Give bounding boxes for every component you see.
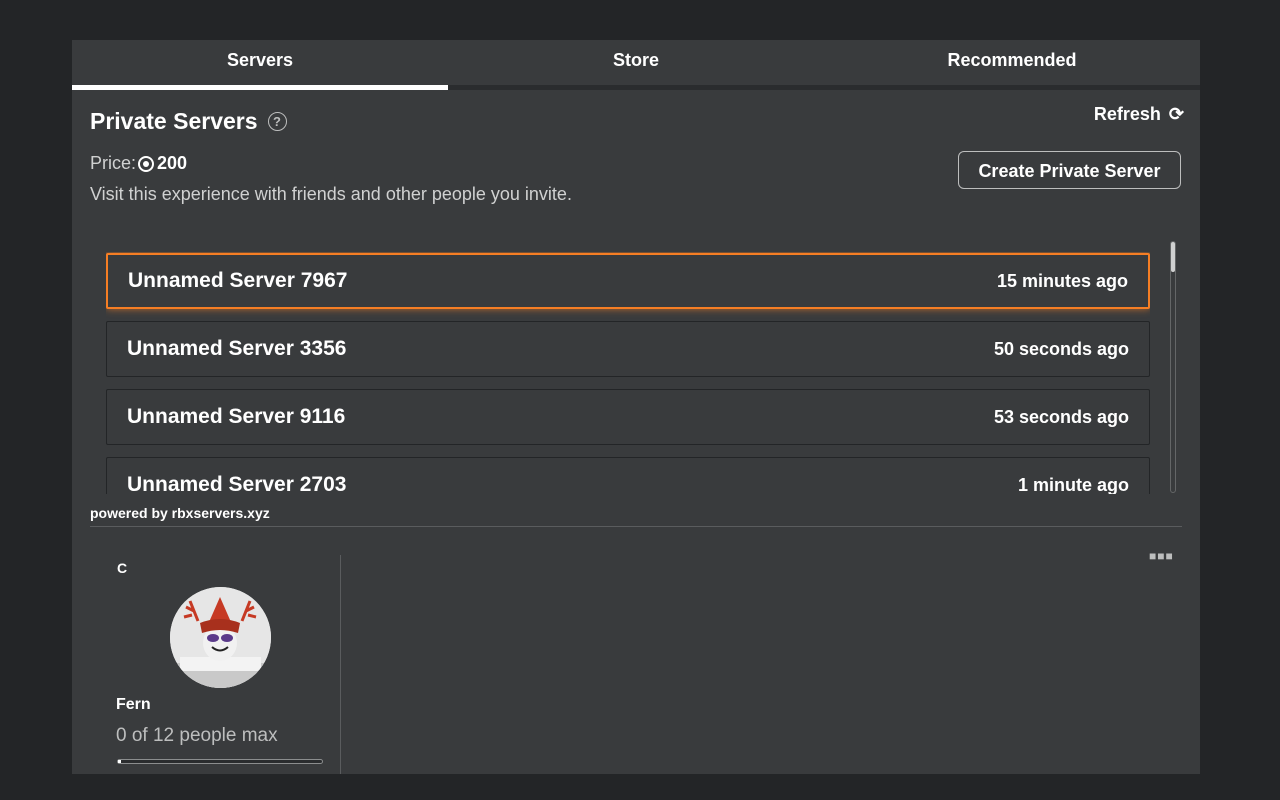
divider (90, 526, 1182, 527)
server-name: Unnamed Server 3356 (127, 337, 347, 360)
server-name: Unnamed Server 9116 (127, 405, 346, 428)
tab-bar: Servers Store Recommended (72, 40, 1200, 90)
server-row[interactable]: Unnamed Server 9116 53 seconds ago (106, 389, 1150, 445)
server-time: 1 minute ago (1017, 474, 1129, 495)
server-owner-name: Fern (116, 696, 151, 713)
tab-servers[interactable]: Servers (72, 40, 448, 90)
refresh-button[interactable]: Refresh ⟳ (1094, 104, 1184, 125)
refresh-label: Refresh (1093, 104, 1161, 124)
robux-icon (138, 155, 155, 172)
player-capacity-bar (117, 759, 323, 764)
servers-panel: Servers Store Recommended Private Server… (72, 40, 1200, 774)
powered-by-label: powered by rbxservers.xyz (90, 505, 270, 521)
more-options-icon[interactable]: ■■■ (1149, 549, 1174, 563)
price-row: Price: 200 (90, 153, 187, 174)
server-row[interactable]: Unnamed Server 7967 15 minutes ago (106, 253, 1150, 309)
avatar-image (170, 587, 271, 688)
server-row[interactable]: Unnamed Server 2703 1 minute ago (106, 457, 1150, 494)
avatar[interactable] (170, 587, 271, 688)
server-row[interactable]: Unnamed Server 3356 50 seconds ago (106, 321, 1150, 377)
server-list: Unnamed Server 7967 15 minutes ago Unnam… (106, 252, 1150, 494)
question-circle-icon[interactable]: ? (267, 112, 287, 131)
page-title: Private Servers ? (90, 108, 287, 135)
page-title-text: Private Servers (90, 108, 258, 134)
server-time: 15 minutes ago (996, 270, 1128, 291)
server-time: 50 seconds ago (993, 338, 1129, 359)
tab-store[interactable]: Store (448, 40, 824, 85)
server-time: 53 seconds ago (993, 406, 1129, 427)
tab-recommended[interactable]: Recommended (824, 40, 1200, 85)
card-divider (340, 555, 341, 774)
server-list-scrollbar[interactable] (1170, 241, 1176, 493)
description: Visit this experience with friends and o… (90, 184, 572, 204)
scrollbar-thumb[interactable] (1171, 242, 1175, 272)
player-count: 0 of 12 people max (116, 725, 278, 746)
server-card-label: C (117, 560, 128, 576)
player-capacity-fill (118, 760, 122, 763)
create-private-server-button[interactable]: Create Private Server (958, 151, 1181, 189)
server-name: Unnamed Server 7967 (128, 269, 348, 292)
refresh-icon: ⟳ (1168, 104, 1184, 124)
server-name: Unnamed Server 2703 (127, 473, 347, 494)
price-label: Price: (90, 153, 137, 173)
price-value: 200 (157, 153, 188, 173)
